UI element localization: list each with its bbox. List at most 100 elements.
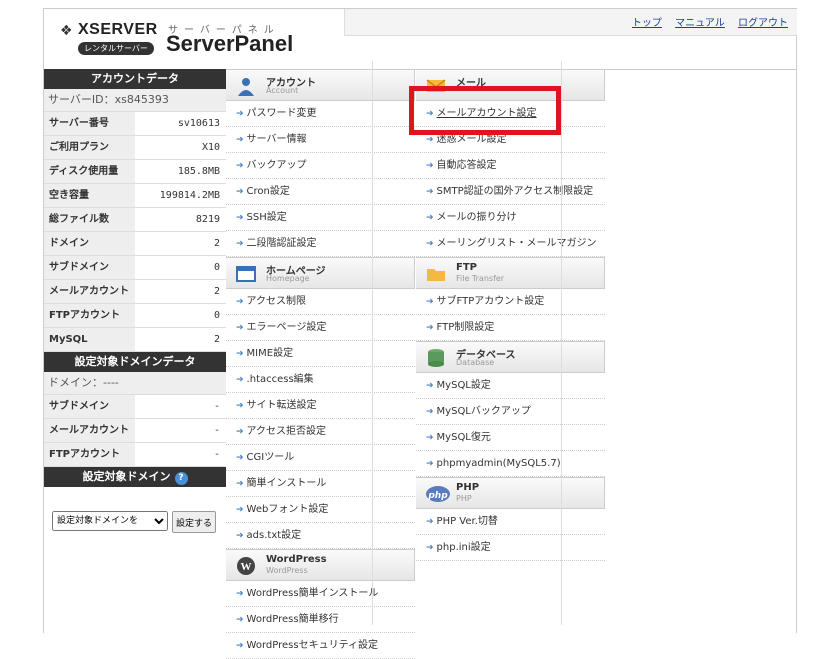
menu-item-account[interactable]: ➔ パスワード変更	[226, 101, 415, 127]
help-icon[interactable]: ?	[174, 472, 188, 485]
menu-item-label: メーリングリスト・メールマガジン	[436, 238, 597, 249]
domain-select-form: 設定対象ドメインを 設定する	[44, 487, 226, 533]
domain-row: サブドメイン -	[44, 395, 226, 419]
account-subtitle: Account	[266, 86, 299, 95]
arrow-icon: ➔	[236, 589, 244, 599]
menu-item-mail[interactable]: ➔ 自動応答設定	[416, 153, 605, 179]
menu-item-label: 迷惑メール設定	[436, 134, 507, 145]
link-manual[interactable]: マニュアル	[675, 18, 725, 29]
menu-item-label: 二段階認証設定	[246, 238, 317, 249]
link-logout[interactable]: ログアウト	[738, 18, 788, 29]
section-ftp: FTP File Transfer	[416, 257, 605, 289]
menu-item-account[interactable]: ➔ 二段階認証設定	[226, 231, 415, 257]
top-links: トップ マニュアル ログアウト	[622, 14, 788, 29]
arrow-icon: ➔	[426, 381, 434, 391]
account-row: サーバー番号 sv10613	[44, 112, 226, 136]
menu-item-label: エラーページ設定	[246, 322, 327, 333]
arrow-icon: ➔	[236, 479, 244, 489]
arrow-icon: ➔	[426, 517, 434, 527]
menu-item-label: MySQLバックアップ	[436, 406, 531, 417]
arrow-icon: ➔	[426, 161, 434, 171]
menu-item-homepage[interactable]: ➔ .htaccess編集	[226, 367, 415, 393]
menu-item-wordpress[interactable]: ➔ WordPress簡単インストール	[226, 581, 415, 607]
domain-key: サブドメイン	[44, 395, 135, 418]
menu-item-database[interactable]: ➔ MySQLバックアップ	[416, 399, 605, 425]
menu-item-ftp[interactable]: ➔ サブFTPアカウント設定	[416, 289, 605, 315]
menu-item-label: Cron設定	[246, 186, 290, 197]
menu-item-label: MySQL設定	[436, 380, 491, 391]
menu-item-account[interactable]: ➔ バックアップ	[226, 153, 415, 179]
menu-item-homepage[interactable]: ➔ 簡単インストール	[226, 471, 415, 497]
account-key: ドメイン	[44, 232, 135, 255]
panel-title: ServerPanel	[166, 31, 294, 56]
arrow-icon: ➔	[426, 213, 434, 223]
menu-item-label: SMTP認証の国外アクセス制限設定	[436, 186, 594, 197]
menu-item-homepage[interactable]: ➔ アクセス制限	[226, 289, 415, 315]
arrow-icon: ➔	[426, 407, 434, 417]
menu-item-mail[interactable]: ➔ SMTP認証の国外アクセス制限設定	[416, 179, 605, 205]
menu-column-2: メール ➔ メールアカウント設定 ➔ 迷惑メール設定 ➔ 自動応答設定 ➔ SMTP認証の国外ア…	[416, 69, 605, 561]
menu-item-homepage[interactable]: ➔ Webフォント設定	[226, 497, 415, 523]
account-key: メールアカウント	[44, 280, 135, 303]
set-domain-button[interactable]: 設定する	[172, 511, 217, 533]
menu-item-mail[interactable]: ➔ メールの振り分け	[416, 205, 605, 231]
menu-item-database[interactable]: ➔ phpmyadmin(MySQL5.7)	[416, 451, 605, 477]
menu-item-homepage[interactable]: ➔ サイト転送設定	[226, 393, 415, 419]
menu-item-homepage[interactable]: ➔ ads.txt設定	[226, 523, 415, 549]
account-row: MySQL 2	[44, 328, 226, 352]
account-value: 8219	[195, 214, 220, 225]
menu-item-label: FTP制限設定	[436, 322, 495, 333]
menu-item-php[interactable]: ➔ PHP Ver.切替	[416, 509, 605, 535]
account-value: 0	[213, 262, 220, 273]
menu-item-homepage[interactable]: ➔ CGIツール	[226, 445, 415, 471]
domain-key: メールアカウント	[44, 419, 135, 442]
menu-item-php[interactable]: ➔ php.ini設定	[416, 535, 605, 561]
header: ❖ XSERVER レンタルサーバー サーバーパネル ServerPanel ト…	[44, 8, 797, 70]
arrow-icon: ➔	[236, 615, 244, 625]
homepage-subtitle: Homepage	[266, 274, 310, 283]
arrow-icon: ➔	[236, 375, 244, 385]
wordpress-subtitle: WordPress	[266, 566, 308, 575]
menu-item-label: SSH設定	[246, 212, 287, 223]
menu-item-wordpress[interactable]: ➔ WordPress簡単移行	[226, 607, 415, 633]
xserver-logo[interactable]: ❖ XSERVER レンタルサーバー	[60, 21, 170, 61]
account-key: 総ファイル数	[44, 208, 135, 231]
menu-item-account[interactable]: ➔ サーバー情報	[226, 127, 415, 153]
section-account: アカウント Account	[226, 69, 415, 101]
menu-item-label: 自動応答設定	[436, 160, 497, 171]
domain-line: ドメイン：----	[44, 372, 226, 395]
menu-item-homepage[interactable]: ➔ アクセス拒否設定	[226, 419, 415, 445]
menu-item-account[interactable]: ➔ Cron設定	[226, 179, 415, 205]
menu-item-homepage[interactable]: ➔ エラーページ設定	[226, 315, 415, 341]
menu-item-ftp[interactable]: ➔ FTP制限設定	[416, 315, 605, 341]
section-php: php PHP PHP	[416, 477, 605, 509]
menu-item-homepage[interactable]: ➔ MIME設定	[226, 341, 415, 367]
server-id-label: サーバーID：	[48, 93, 115, 106]
link-top[interactable]: トップ	[632, 18, 662, 29]
php-subtitle: PHP	[456, 494, 472, 503]
menu-item-label: アクセス拒否設定	[246, 426, 327, 437]
menu-item-database[interactable]: ➔ MySQL復元	[416, 425, 605, 451]
arrow-icon: ➔	[426, 543, 434, 553]
server-id: サーバーID：xs845393	[44, 89, 226, 112]
ftp-subtitle: File Transfer	[456, 274, 505, 283]
menu-item-account[interactable]: ➔ SSH設定	[226, 205, 415, 231]
menu-item-label: PHP Ver.切替	[436, 516, 498, 527]
domain-value: ----	[103, 376, 119, 389]
account-value: sv10613	[177, 118, 220, 129]
domain-label: ドメイン：	[48, 376, 103, 389]
menu-item-mail[interactable]: ➔ メーリングリスト・メールマガジン	[416, 231, 605, 257]
php-icon: php	[426, 484, 450, 504]
domain-select[interactable]: 設定対象ドメインを	[52, 511, 168, 531]
menu-item-label: phpmyadmin(MySQL5.7)	[436, 458, 561, 469]
menu-item-label: メールの振り分け	[436, 212, 517, 223]
menu-item-database[interactable]: ➔ MySQL設定	[416, 373, 605, 399]
homepage-icon	[236, 264, 256, 284]
account-row: 総ファイル数 8219	[44, 208, 226, 232]
arrow-icon: ➔	[236, 109, 244, 119]
database-icon	[426, 348, 446, 368]
arrow-icon: ➔	[236, 239, 244, 249]
account-value: 2	[213, 286, 220, 297]
menu-item-label: パスワード変更	[246, 108, 317, 119]
menu-item-wordpress[interactable]: ➔ WordPressセキュリティ設定	[226, 633, 415, 659]
